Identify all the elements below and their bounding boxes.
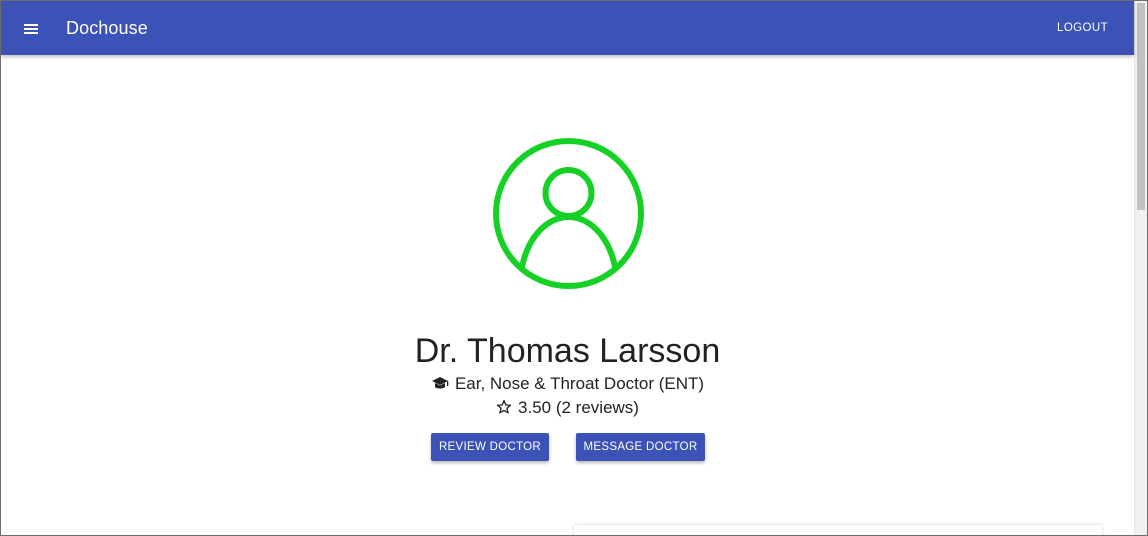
rating-text: 3.50 (2 reviews) <box>518 398 639 417</box>
rating-row: 3.50 (2 reviews) <box>1 397 1134 421</box>
avatar-icon <box>492 137 645 290</box>
graduation-cap-icon <box>431 375 449 397</box>
review-doctor-button[interactable]: REVIEW DOCTOR <box>431 433 549 461</box>
app-bar: Dochouse LOGOUT <box>1 1 1134 55</box>
reviews-card <box>574 525 1102 535</box>
scrollbar-thumb[interactable] <box>1137 3 1145 210</box>
page-scrollbar[interactable] <box>1134 1 1147 535</box>
app-title[interactable]: Dochouse <box>66 17 148 39</box>
doctor-profile: Dr. Thomas Larsson Ear, Nose & Throat Do… <box>1 55 1134 535</box>
specialty-row: Ear, Nose & Throat Doctor (ENT) <box>1 373 1134 397</box>
specialty-text: Ear, Nose & Throat Doctor (ENT) <box>454 374 705 393</box>
logout-button[interactable]: LOGOUT <box>1057 20 1108 36</box>
browser-viewport: Dochouse LOGOUT Dr. Thomas Larsson Ear, … <box>0 0 1148 536</box>
message-doctor-button[interactable]: MESSAGE DOCTOR <box>576 433 705 461</box>
menu-icon[interactable] <box>19 18 43 40</box>
star-outline-icon <box>496 399 512 421</box>
doctor-name: Dr. Thomas Larsson <box>414 332 721 370</box>
